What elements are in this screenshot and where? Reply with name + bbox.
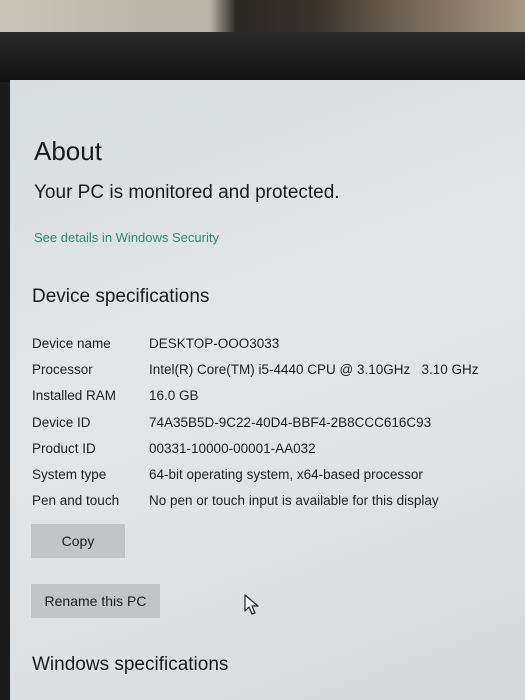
spec-row-system-type: System type 64-bit operating system, x64… xyxy=(32,461,512,487)
spec-row-device-id: Device ID 74A35B5D-9C22-40D4-BBF4-2B8CCC… xyxy=(32,409,512,435)
spec-label: System type xyxy=(32,467,107,483)
spec-row-installed-ram: Installed RAM 16.0 GB xyxy=(32,383,512,409)
page-title: About xyxy=(34,136,102,166)
spec-label: Pen and touch xyxy=(32,493,120,509)
windows-specifications-heading: Windows specifications xyxy=(32,654,229,675)
spec-row-processor: Processor Intel(R) Core(TM) i5-4440 CPU … xyxy=(32,356,512,382)
spec-value: No pen or touch input is available for t… xyxy=(149,493,439,509)
spec-label: Processor xyxy=(32,361,93,377)
device-specifications-heading: Device specifications xyxy=(32,286,210,307)
settings-screen: About Your PC is monitored and protected… xyxy=(10,80,525,700)
spec-value: Intel(R) Core(TM) i5-4440 CPU @ 3.10GHz … xyxy=(149,361,479,377)
mouse-pointer-icon xyxy=(244,594,259,615)
spec-row-device-name: Device name DESKTOP-OOO3033 xyxy=(32,330,512,356)
windows-security-link[interactable]: See details in Windows Security xyxy=(34,230,219,245)
protection-status: Your PC is monitored and protected. xyxy=(34,182,340,203)
spec-value: 64-bit operating system, x64-based proce… xyxy=(149,467,423,483)
spec-label: Product ID xyxy=(32,440,96,456)
spec-value: 16.0 GB xyxy=(149,388,199,404)
spec-value: 74A35B5D-9C22-40D4-BBF4-2B8CCC616C93 xyxy=(149,414,432,430)
spec-value: 00331-10000-00001-AA032 xyxy=(149,440,316,456)
spec-label: Device name xyxy=(32,335,111,351)
spec-value: DESKTOP-OOO3033 xyxy=(149,335,280,351)
spec-row-pen-and-touch: Pen and touch No pen or touch input is a… xyxy=(32,488,512,514)
rename-pc-button[interactable]: Rename this PC xyxy=(31,584,160,618)
copy-button[interactable]: Copy xyxy=(31,524,125,558)
monitor-bezel xyxy=(0,32,525,82)
spec-label: Device ID xyxy=(32,414,91,430)
spec-label: Installed RAM xyxy=(32,388,117,404)
device-specs-table: Device name DESKTOP-OOO3033 Processor In… xyxy=(32,330,512,514)
spec-row-product-id: Product ID 00331-10000-00001-AA032 xyxy=(32,435,512,461)
